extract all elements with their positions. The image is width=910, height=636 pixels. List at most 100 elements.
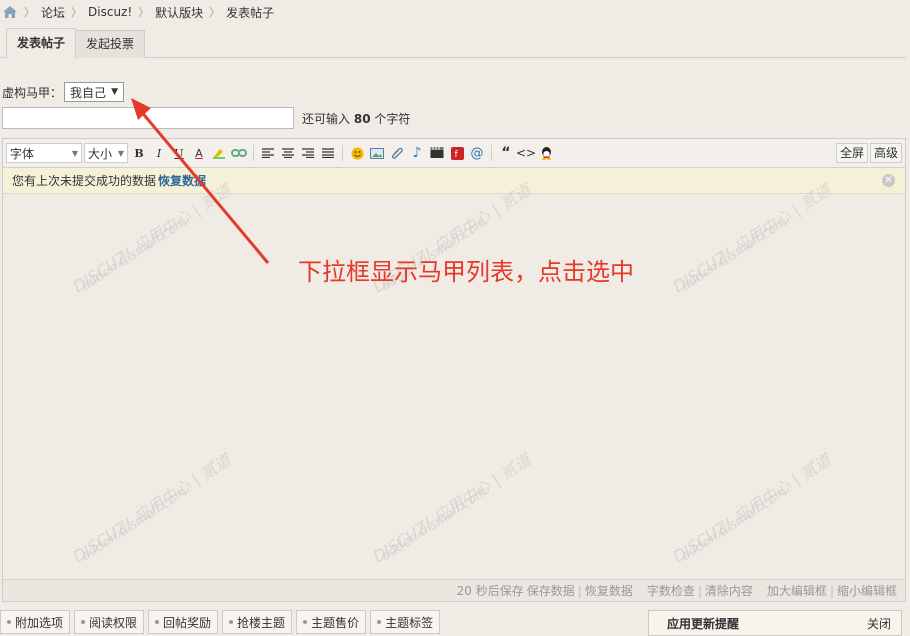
align-justify-icon[interactable] <box>319 143 337 163</box>
quote-icon[interactable]: “ <box>497 143 515 163</box>
thread-price-button[interactable]: 主题售价 <box>296 610 367 634</box>
align-center-icon[interactable] <box>279 143 297 163</box>
reply-reward-button[interactable]: 回帖奖励 <box>148 610 219 634</box>
breadcrumb-separator: 〉 <box>209 6 221 19</box>
shrink-editor-link[interactable]: 缩小编辑框 <box>837 582 897 599</box>
post-type-tabs: 发表帖子 发起投票 <box>0 28 906 59</box>
italic-icon[interactable]: I <box>150 143 168 163</box>
chevron-down-icon: ▼ <box>117 148 124 158</box>
title-hint: 还可输入 80 个字符 <box>302 110 410 127</box>
option-label: 主题售价 <box>311 615 360 630</box>
watermark-author: 贰道 <box>197 450 235 484</box>
restore-data-statusbar-link[interactable]: 恢复数据 <box>585 582 633 599</box>
option-label: 抢楼主题 <box>237 615 286 630</box>
align-left-icon[interactable] <box>259 143 277 163</box>
home-icon[interactable] <box>2 5 18 19</box>
flash-icon[interactable]: f <box>448 143 466 163</box>
bullet-icon <box>155 620 160 624</box>
code-icon[interactable]: <> <box>516 143 536 163</box>
close-icon[interactable]: ✕ <box>882 174 895 187</box>
font-family-label: 字体 <box>10 146 35 161</box>
enlarge-editor-link[interactable]: 加大编辑框 <box>767 582 827 599</box>
title-hint-count: 80 <box>353 111 371 126</box>
restore-data-link[interactable]: 恢复数据 <box>158 172 206 189</box>
option-label: 主题标签 <box>385 615 434 630</box>
toolbar-right: 全屏 高级 <box>835 143 902 163</box>
bullet-icon <box>229 620 234 624</box>
advanced-button[interactable]: 高级 <box>869 143 902 163</box>
font-color-icon[interactable]: A <box>190 143 208 163</box>
smiley-icon[interactable] <box>348 143 366 163</box>
notice-text: 您有上次未提交成功的数据 <box>12 174 157 188</box>
link-icon[interactable] <box>230 143 248 163</box>
word-count-link[interactable]: 字数检查 <box>647 582 695 599</box>
qq-icon[interactable] <box>537 143 555 163</box>
font-size-select[interactable]: 大小 ▼ <box>84 143 128 163</box>
bold-icon[interactable]: B <box>130 143 148 163</box>
bullet-icon <box>7 620 11 624</box>
statusbar-divider: | <box>829 583 834 598</box>
watermark-site: addon.dismall.com <box>78 214 191 295</box>
bullet-icon <box>81 620 86 624</box>
editor: 字体 ▼ 大小 ▼ B I U A ♪ f @ “ <> 全屏 高级 您有上次未… <box>2 138 906 602</box>
clear-content-link[interactable]: 清除内容 <box>705 582 753 599</box>
bullet-icon <box>377 620 382 624</box>
alias-selected-value: 我自己 <box>70 85 107 100</box>
update-panel-title: 应用更新提醒 <box>667 616 740 631</box>
watermark-site: addon.dismall.com <box>678 484 791 565</box>
image-icon[interactable] <box>368 143 386 163</box>
at-icon[interactable]: @ <box>468 143 486 163</box>
alias-row: 虚构马甲： 我自己 ▼ <box>2 82 125 102</box>
toolbar-divider <box>342 145 343 161</box>
update-panel-close-button[interactable]: 关闭 <box>867 615 891 632</box>
statusbar-divider: | <box>697 583 702 598</box>
editor-statusbar: 20 秒后保存 保存数据 | 恢复数据 字数检查 | 清除内容 加大编辑框 | … <box>3 579 905 601</box>
option-label: 附加选项 <box>15 615 64 630</box>
watermark-author: 贰道 <box>797 450 835 484</box>
unsaved-data-notice: 您有上次未提交成功的数据 恢复数据 ✕ <box>3 168 905 194</box>
title-row: 还可输入 80 个字符 <box>2 107 410 129</box>
breadcrumb-discuz[interactable]: Discuz! <box>88 5 132 19</box>
post-options-bar: 附加选项 阅读权限 回帖奖励 抢楼主题 主题售价 主题标签 <box>0 610 441 634</box>
thread-tags-button[interactable]: 主题标签 <box>370 610 441 634</box>
option-label: 回帖奖励 <box>163 615 212 630</box>
option-label: 阅读权限 <box>89 615 138 630</box>
toolbar-divider <box>491 145 492 161</box>
watermark-site: addon.dismall.com <box>78 484 191 565</box>
save-data-link[interactable]: 保存数据 <box>527 582 575 599</box>
app-update-panel: 应用更新提醒 关闭 <box>648 610 902 636</box>
autosave-countdown: 20 秒后保存 <box>456 584 524 598</box>
underline-icon[interactable]: U <box>170 143 188 163</box>
watermark-site: addon.dismall.com <box>378 484 491 565</box>
bullet-icon <box>303 620 308 624</box>
video-icon[interactable] <box>428 143 446 163</box>
annotation-text: 下拉框显示马甲列表，点击选中 <box>298 258 634 286</box>
attachment-icon[interactable] <box>388 143 406 163</box>
breadcrumb-forum[interactable]: 论坛 <box>41 4 65 21</box>
watermark-author: 贰道 <box>497 450 535 484</box>
breadcrumb-default-board[interactable]: 默认版块 <box>155 4 203 21</box>
watermark-site: addon.dismall.com <box>678 214 791 295</box>
fullscreen-button[interactable]: 全屏 <box>835 143 868 163</box>
title-hint-suffix: 个字符 <box>374 111 411 126</box>
subject-input[interactable] <box>2 107 294 129</box>
align-right-icon[interactable] <box>299 143 317 163</box>
breadcrumb-current: 发表帖子 <box>226 5 275 20</box>
read-permission-button[interactable]: 阅读权限 <box>74 610 145 634</box>
dropdown-arrow-icon: ▼ <box>111 87 119 97</box>
floor-grab-button[interactable]: 抢楼主题 <box>222 610 293 634</box>
alias-select[interactable]: 我自己 ▼ <box>64 82 125 102</box>
breadcrumb-separator: 〉 <box>24 6 35 19</box>
music-icon[interactable]: ♪ <box>408 143 426 163</box>
extra-options-button[interactable]: 附加选项 <box>0 610 71 634</box>
breadcrumb: 〉 论坛 〉 Discuz! 〉 默认版块 〉 发表帖子 <box>0 0 910 24</box>
title-hint-prefix: 还可输入 <box>302 111 351 126</box>
tab-post[interactable]: 发表帖子 <box>6 28 77 59</box>
tab-poll[interactable]: 发起投票 <box>75 30 146 58</box>
breadcrumb-separator: 〉 <box>71 6 83 19</box>
statusbar-divider: | <box>577 583 582 598</box>
highlight-icon[interactable] <box>210 143 228 163</box>
toolbar-divider <box>253 145 254 161</box>
chevron-down-icon: ▼ <box>71 148 78 158</box>
font-family-select[interactable]: 字体 ▼ <box>6 143 82 163</box>
